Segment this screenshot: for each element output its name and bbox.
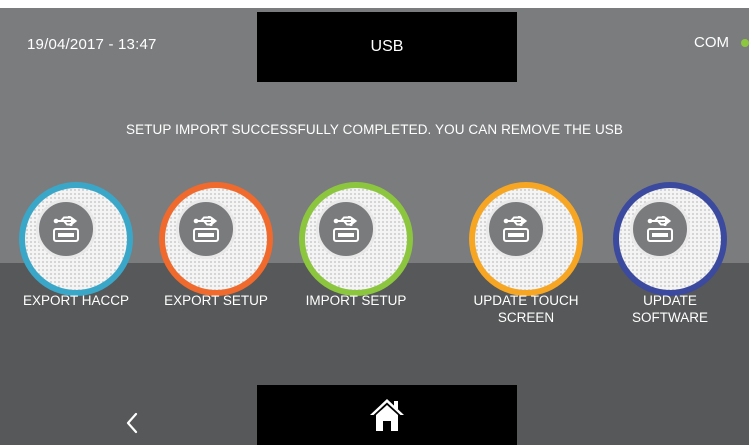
back-button[interactable] — [118, 405, 146, 441]
usb-icon — [630, 199, 690, 259]
usb-icon — [176, 199, 236, 259]
export-setup-button[interactable]: EXPORT SETUP — [146, 182, 286, 342]
home-icon — [370, 399, 404, 431]
button-label: IMPORT SETUP — [305, 293, 407, 308]
import-setup-button[interactable]: IMPORT SETUP — [286, 182, 426, 342]
usb-icon — [36, 199, 96, 259]
usb-screen: 19/04/2017 - 13:47 USB COM SETUP IMPORT … — [0, 0, 749, 445]
button-label: UPDATE TOUCH SCREEN — [473, 293, 579, 325]
update-touch-screen-button[interactable]: UPDATE TOUCH SCREEN — [456, 182, 596, 342]
usb-icon — [486, 199, 546, 259]
button-label: UPDATE SOFTWARE — [632, 293, 708, 325]
home-button[interactable] — [257, 385, 517, 445]
usb-actions: EXPORT HACCP EXPORT SETUP IMPORT SETUP U… — [0, 0, 749, 445]
button-label: EXPORT HACCP — [22, 293, 130, 308]
button-label: EXPORT SETUP — [164, 293, 268, 308]
export-haccp-button[interactable]: EXPORT HACCP — [6, 182, 146, 342]
usb-icon — [316, 199, 376, 259]
update-software-button[interactable]: UPDATE SOFTWARE — [600, 182, 740, 342]
chevron-left-icon — [126, 412, 138, 434]
